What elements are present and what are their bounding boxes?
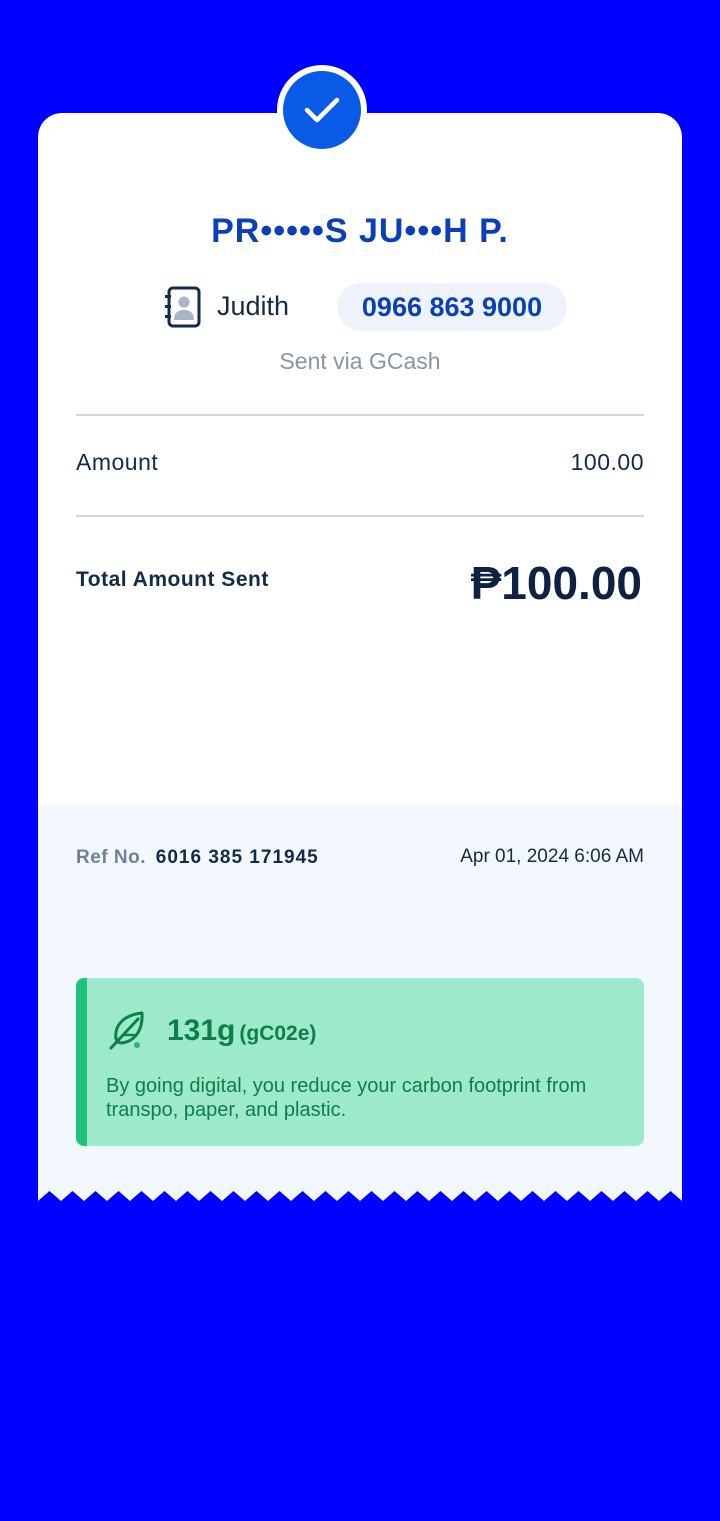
success-badge — [277, 65, 367, 155]
amount-label: Amount — [76, 449, 159, 475]
phone-number-badge: 0966 863 9000 — [337, 283, 567, 331]
contact-name: Judith — [217, 291, 290, 321]
sent-via-label: Sent via GCash — [279, 348, 441, 374]
carbon-savings-message: By going digital, you reduce your carbon… — [106, 1075, 587, 1121]
carbon-amount: 131g — [167, 1014, 236, 1047]
recipient-name: PR•••••S JU•••H P. — [211, 212, 509, 250]
amount-value: 100.00 — [570, 449, 644, 475]
total-amount-value: ₱100.00 — [470, 557, 642, 609]
carbon-card-accent — [76, 978, 87, 1146]
total-amount-label: Total Amount Sent — [76, 568, 269, 591]
carbon-savings-value: 131g (gC02e) — [167, 1014, 316, 1048]
reference-value: 6016 385 171945 — [155, 847, 319, 868]
divider — [76, 515, 644, 517]
receipt-torn-edge — [38, 1189, 682, 1201]
reference-label: Ref No. — [76, 847, 146, 868]
transaction-datetime: Apr 01, 2024 6:06 AM — [460, 846, 644, 867]
contact-book-icon — [165, 286, 201, 328]
divider — [76, 414, 644, 416]
carbon-savings-card: 131g (gC02e) By going digital, you reduce… — [76, 978, 644, 1146]
leaf-icon — [109, 1011, 144, 1050]
reference-number: Ref No. 6016 385 171945 — [76, 847, 319, 869]
check-icon — [283, 71, 361, 149]
carbon-unit: (gC02e) — [239, 1022, 317, 1045]
